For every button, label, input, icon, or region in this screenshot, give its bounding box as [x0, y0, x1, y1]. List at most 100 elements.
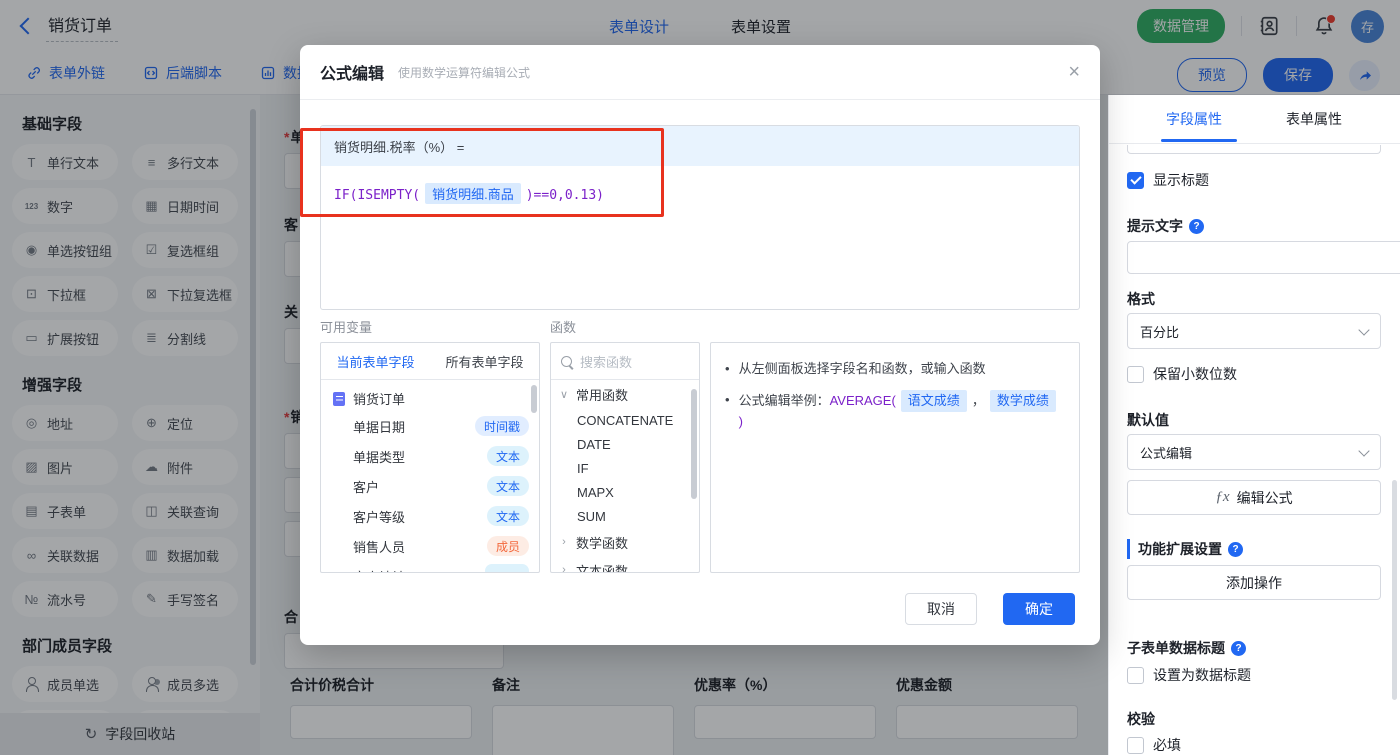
variable-row[interactable]: 单据日期 时间戳 — [321, 411, 539, 441]
keep-decimal-checkbox[interactable] — [1127, 366, 1144, 383]
functions-scrollbar[interactable] — [691, 389, 697, 499]
variables-scrollbar[interactable] — [531, 385, 537, 413]
function-item[interactable]: MAPX — [551, 480, 699, 504]
function-item[interactable]: DATE — [551, 432, 699, 456]
formula-editor-area[interactable]: 销货明细.税率（%） = IF(ISEMPTY(销货明细.商品)==0,0.13… — [320, 125, 1080, 310]
function-group-label: 文本函数 — [576, 561, 628, 574]
function-group[interactable]: ∨ 常用函数 — [551, 380, 699, 408]
add-action-button[interactable]: 添加操作 — [1127, 565, 1381, 600]
variable-type-badge: 成员 — [487, 536, 529, 556]
tab-current-form-fields[interactable]: 当前表单字段 — [321, 352, 430, 371]
close-icon[interactable]: × — [1068, 62, 1080, 82]
function-group[interactable]: › 数学函数 — [551, 528, 699, 556]
variable-name: 客户等级 — [353, 507, 405, 526]
formula-target-line: 销货明细.税率（%） = — [321, 126, 1079, 166]
formula-post: )==0,0.13) — [526, 188, 604, 203]
set-data-title-checkbox[interactable] — [1127, 667, 1144, 684]
function-group-label: 数学函数 — [576, 533, 628, 552]
default-value-label: 默认值 — [1127, 410, 1381, 430]
tip-text: 从左侧面板选择字段名和函数，或输入函数 — [739, 359, 986, 379]
formula-field-chip[interactable]: 销货明细.商品 — [425, 183, 521, 204]
variable-type-badge: 文本 — [487, 476, 529, 496]
edit-formula-button[interactable]: ƒx 编辑公式 — [1127, 480, 1381, 515]
inspector-panel: 字段属性 表单属性 显示标题 提示文字? 格式 百分比 保留小数位数 默认值 公… — [1108, 95, 1400, 755]
tips-panel: • 从左侧面板选择字段名和函数，或输入函数 • 公式编辑举例：AVERAGE(语… — [710, 342, 1080, 573]
set-data-title-label: 设置为数据标题 — [1153, 665, 1251, 685]
help-icon[interactable]: ? — [1189, 219, 1204, 234]
variable-type-badge: 时间戳 — [475, 416, 529, 436]
cancel-button[interactable]: 取消 — [905, 593, 977, 625]
variable-name: 单据类型 — [353, 447, 405, 466]
chevron-collapsed-icon: › — [559, 536, 569, 548]
variable-name: 销售人员 — [353, 537, 405, 556]
function-group[interactable]: ›文本函数 — [551, 556, 699, 573]
form-root-label: 销货订单 — [353, 389, 405, 408]
modal-footer: 取消 确定 — [905, 593, 1075, 625]
function-search[interactable]: 搜索函数 — [551, 343, 699, 380]
set-data-title-row: 设置为数据标题 — [1127, 665, 1381, 685]
tip-line: • 从左侧面板选择字段名和函数，或输入函数 — [725, 359, 1065, 379]
variable-row[interactable]: 销售人员 成员 — [321, 531, 539, 561]
required-label: 必填 — [1153, 735, 1181, 755]
inspector-scrollbar[interactable] — [1392, 480, 1397, 700]
variable-row[interactable]: 单据类型 文本 — [321, 441, 539, 471]
format-label: 格式 — [1127, 289, 1381, 309]
bullet: • — [725, 359, 730, 379]
variables-tabs: 当前表单字段 所有表单字段 — [321, 343, 539, 380]
keep-decimal-label: 保留小数位数 — [1153, 364, 1237, 384]
variable-type-badge: 文本 — [487, 506, 529, 526]
help-icon[interactable]: ? — [1228, 542, 1243, 557]
variables-label: 可用变量 — [320, 317, 372, 336]
form-doc-icon — [333, 392, 345, 406]
show-title-row: 显示标题 — [1127, 170, 1381, 190]
app-window: 销货订单 表单设计 表单设置 数据管理 存 表单外链 — [0, 0, 1400, 755]
formula-expression[interactable]: IF(ISEMPTY(销货明细.商品)==0,0.13) — [321, 166, 1079, 221]
format-select[interactable]: 百分比 — [1127, 313, 1381, 349]
modal-title: 公式编辑 — [320, 60, 384, 84]
chevron-expanded-icon: ∨ — [559, 388, 569, 401]
chevron-down-icon — [1358, 445, 1369, 456]
search-icon — [561, 356, 572, 367]
tab-form-properties[interactable]: 表单属性 — [1286, 109, 1342, 129]
variable-row[interactable]: 客户等级 文本 — [321, 501, 539, 531]
add-action-label: 添加操作 — [1226, 573, 1282, 593]
function-item[interactable]: SUM — [551, 504, 699, 528]
functions-list: ∨ 常用函数 CONCATENATEDATEIFMAPXSUM › 数学函数 ›文本函数 — [551, 380, 699, 573]
tab-field-properties[interactable]: 字段属性 — [1166, 109, 1222, 129]
show-title-checkbox[interactable] — [1127, 172, 1144, 189]
confirm-button[interactable]: 确定 — [1003, 593, 1075, 625]
title-input-cutoff[interactable] — [1127, 145, 1381, 154]
functions-label: 函数 — [550, 317, 576, 336]
edit-formula-label: 编辑公式 — [1237, 488, 1293, 508]
search-placeholder: 搜索函数 — [580, 352, 632, 371]
formula-editor-modal: 公式编辑 使用数学运算符编辑公式 × 销货明细.税率（%） = IF(ISEMP… — [300, 45, 1100, 645]
add-action-row: 添加操作 — [1127, 565, 1381, 600]
help-icon[interactable]: ? — [1231, 641, 1246, 656]
modal-header: 公式编辑 使用数学运算符编辑公式 × — [300, 45, 1100, 100]
default-value: 公式编辑 — [1140, 443, 1192, 462]
variables-tree-root[interactable]: 销货订单 — [321, 380, 539, 411]
variable-type-badge: 文本 — [487, 446, 529, 466]
required-checkbox[interactable] — [1127, 737, 1144, 754]
variable-row[interactable]: 客户文本 — [321, 471, 539, 501]
edit-formula-row: ƒx 编辑公式 — [1127, 480, 1381, 515]
show-title-label: 显示标题 — [1153, 170, 1209, 190]
variable-name: 客户地址 — [353, 567, 405, 574]
tab-active-indicator — [1161, 139, 1237, 142]
fx-icon: ƒx — [1215, 489, 1229, 506]
tab-all-form-fields[interactable]: 所有表单字段 — [430, 352, 539, 371]
validation-label: 校验 — [1127, 709, 1381, 729]
inspector-tabs: 字段属性 表单属性 — [1109, 95, 1400, 144]
function-item[interactable]: IF — [551, 456, 699, 480]
bullet: • — [725, 390, 730, 432]
variable-name: 单据日期 — [353, 417, 405, 436]
default-value-select[interactable]: 公式编辑 — [1127, 434, 1381, 470]
subform-data-title-header: 子表单数据标题? — [1127, 638, 1381, 658]
variables-list: 单据日期时间戳单据类型文本客户文本客户等级文本销售人员成员客户地址文本 — [321, 411, 539, 573]
function-item[interactable]: CONCATENATE — [551, 408, 699, 432]
format-value: 百分比 — [1140, 322, 1179, 341]
formula-target-text: 销货明细.税率（%） = — [334, 137, 464, 156]
tip-line-example: • 公式编辑举例：AVERAGE(语文成绩，数学成绩) — [725, 390, 1065, 432]
function-group-label: 常用函数 — [576, 385, 628, 404]
hint-text-input[interactable] — [1127, 241, 1400, 274]
